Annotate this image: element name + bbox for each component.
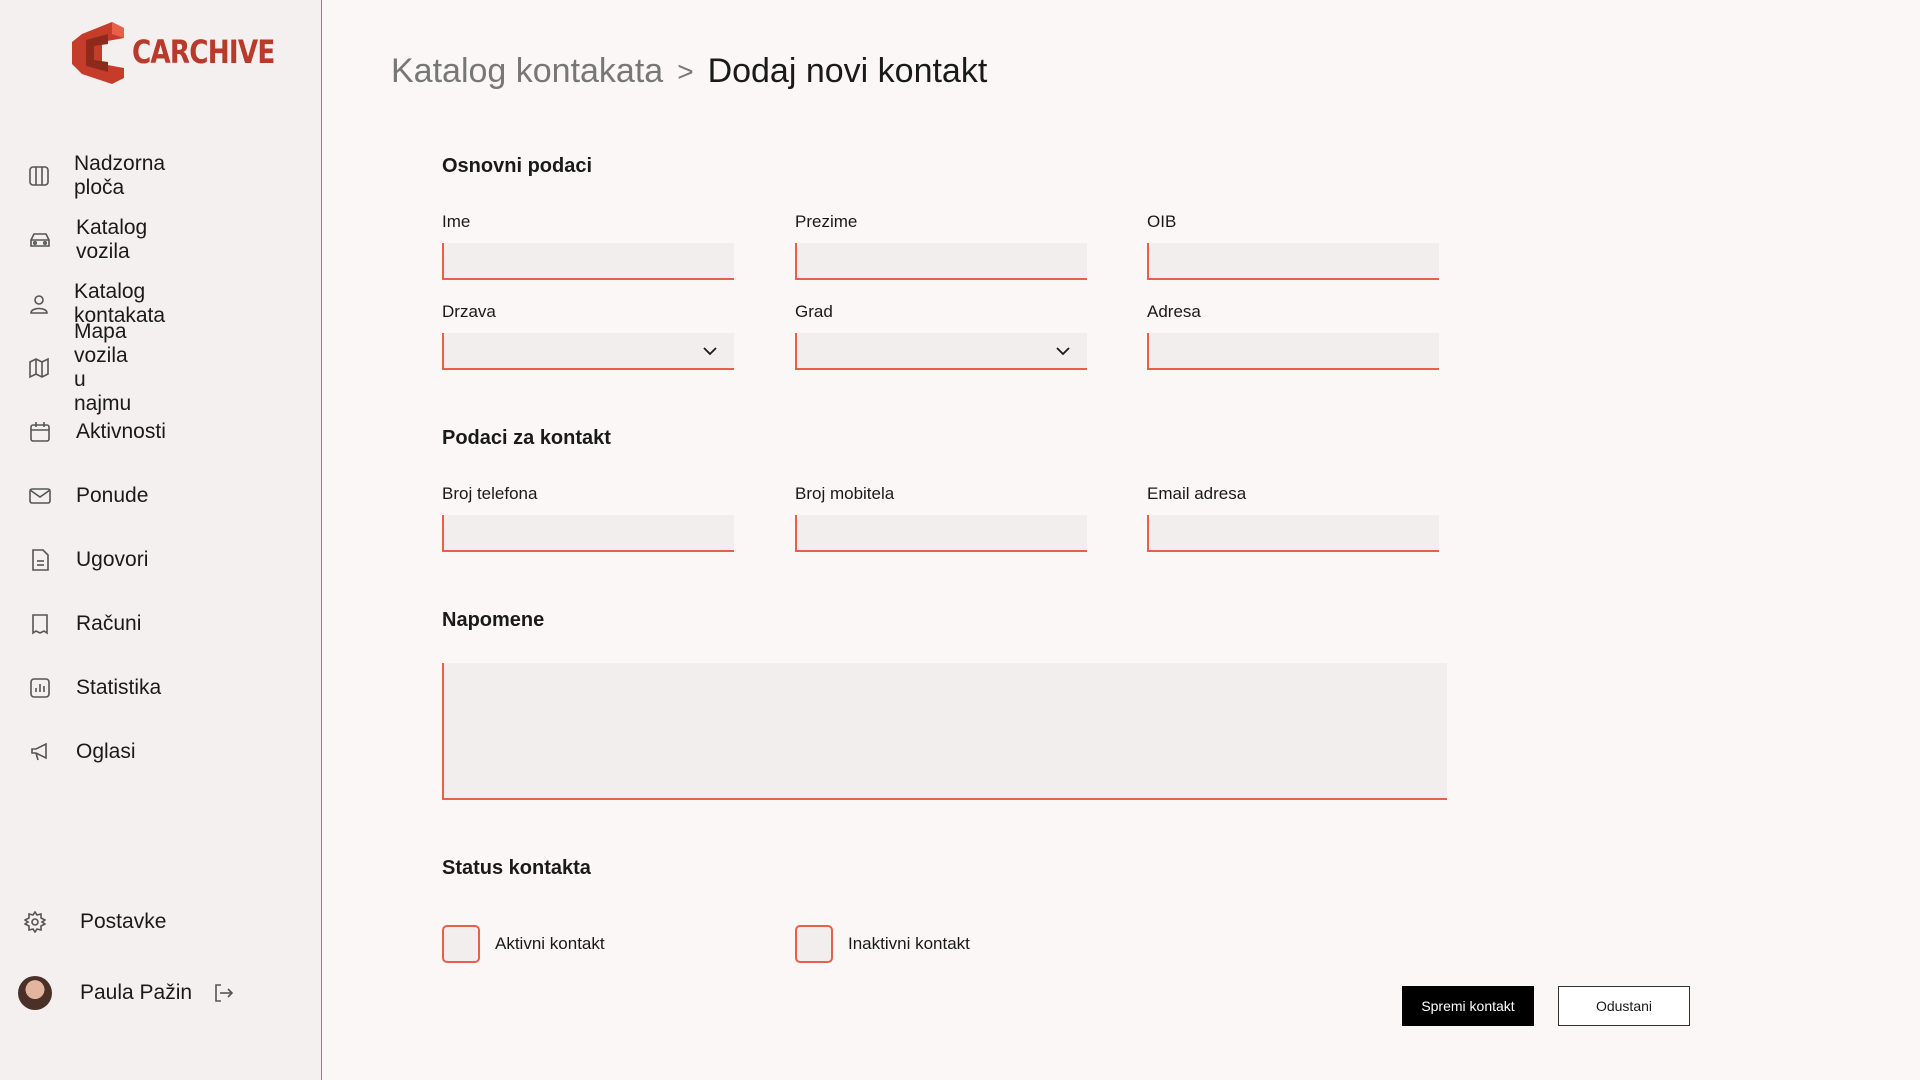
- megaphone-icon: [28, 740, 52, 764]
- grad-select[interactable]: [795, 333, 1087, 370]
- status-inactive-checkbox[interactable]: Inaktivni kontakt: [795, 925, 970, 963]
- mobitel-input[interactable]: [795, 515, 1087, 552]
- mail-icon: [28, 484, 52, 508]
- logout-icon[interactable]: [212, 982, 234, 1004]
- sidebar-item-statistika[interactable]: Statistika: [28, 668, 161, 708]
- section-title-contact: Podaci za kontakt: [442, 427, 611, 449]
- car-icon: [28, 228, 52, 252]
- field-label-mobitel: Broj mobitela: [795, 484, 895, 503]
- adresa-input[interactable]: [1147, 333, 1439, 370]
- drzava-select[interactable]: [442, 333, 734, 370]
- status-active-checkbox[interactable]: Aktivni kontakt: [442, 925, 605, 963]
- oib-input[interactable]: [1147, 243, 1439, 280]
- checkbox-box[interactable]: [442, 925, 480, 963]
- dashboard-icon: [28, 164, 50, 188]
- document-icon: [28, 548, 52, 572]
- gear-icon: [18, 911, 52, 933]
- field-label-drzava: Drzava: [442, 302, 496, 321]
- ime-input[interactable]: [442, 243, 734, 280]
- map-icon: [28, 356, 50, 380]
- avatar[interactable]: [18, 976, 52, 1010]
- main-content: Katalog kontakata > Dodaj novi kontakt O…: [322, 0, 1920, 1080]
- settings-label: Postavke: [80, 910, 167, 933]
- field-label-prezime: Prezime: [795, 212, 858, 231]
- sidebar-item-ponude[interactable]: Ponude: [28, 476, 148, 516]
- field-label-grad: Grad: [795, 302, 833, 321]
- sidebar-item-label: Ugovori: [76, 548, 149, 571]
- sidebar-item-nadzorna-ploca[interactable]: Nadzorna ploča: [28, 152, 167, 199]
- user-icon: [28, 292, 50, 316]
- receipt-icon: [28, 612, 52, 636]
- field-label-telefon: Broj telefona: [442, 484, 538, 503]
- sidebar-item-label: Oglasi: [76, 740, 136, 763]
- telefon-input[interactable]: [442, 515, 734, 552]
- field-label-email: Email adresa: [1147, 484, 1247, 503]
- sidebar-item-katalog-vozila[interactable]: Katalog vozila: [28, 216, 147, 263]
- save-button[interactable]: Spremi kontakt: [1402, 986, 1534, 1026]
- sidebar-item-label: Aktivnosti: [76, 420, 166, 443]
- breadcrumb: Katalog kontakata > Dodaj novi kontakt: [391, 52, 987, 91]
- calendar-icon: [28, 420, 52, 444]
- chart-icon: [28, 676, 52, 700]
- sidebar-item-aktivnosti[interactable]: Aktivnosti: [28, 412, 166, 452]
- checkbox-label: Inaktivni kontakt: [848, 934, 970, 953]
- sidebar-item-label: Katalog vozila: [76, 216, 148, 263]
- chevron-down-icon: [1055, 343, 1071, 364]
- sidebar-item-label: Nadzorna ploča: [74, 152, 166, 199]
- user-name: Paula Pažin: [80, 981, 193, 1004]
- sidebar-item-ugovori[interactable]: Ugovori: [28, 540, 148, 580]
- sidebar-item-label: Mapa vozila u najmu: [74, 320, 132, 415]
- email-field[interactable]: [1147, 515, 1439, 552]
- cancel-button[interactable]: Odustani: [1558, 986, 1690, 1026]
- settings-button[interactable]: Postavke: [18, 902, 166, 942]
- sidebar-item-oglasi[interactable]: Oglasi: [28, 732, 136, 772]
- sidebar-item-mapa-vozila[interactable]: Mapa vozila u najmu: [28, 320, 133, 415]
- notes-textarea[interactable]: [442, 663, 1447, 800]
- prezime-input[interactable]: [795, 243, 1087, 280]
- chevron-down-icon: [702, 343, 718, 364]
- sidebar-item-label: Računi: [76, 612, 142, 635]
- logo-text: CARCHIVE: [132, 33, 275, 71]
- logo[interactable]: CARCHIVE: [72, 20, 306, 84]
- user-profile: Paula Pažin: [18, 973, 234, 1013]
- breadcrumb-parent[interactable]: Katalog kontakata: [391, 52, 663, 91]
- sidebar-item-racuni[interactable]: Računi: [28, 604, 141, 644]
- section-title-notes: Napomene: [442, 609, 545, 631]
- field-label-ime: Ime: [442, 212, 471, 231]
- page-title: Dodaj novi kontakt: [707, 52, 988, 90]
- logo-icon: [72, 22, 124, 84]
- section-title-basic: Osnovni podaci: [442, 155, 593, 177]
- breadcrumb-separator: >: [677, 55, 694, 87]
- sidebar-item-katalog-kontakata[interactable]: Katalog kontakata: [28, 280, 167, 327]
- sidebar: CARCHIVE Nadzorna ploča Katalog vozila K…: [0, 0, 322, 1080]
- sidebar-item-label: Ponude: [76, 484, 149, 507]
- field-label-oib: OIB: [1147, 212, 1177, 231]
- section-title-status: Status kontakta: [442, 857, 591, 879]
- field-label-adresa: Adresa: [1147, 302, 1201, 321]
- checkbox-label: Aktivni kontakt: [495, 934, 605, 953]
- checkbox-box[interactable]: [795, 925, 833, 963]
- sidebar-item-label: Statistika: [76, 676, 162, 699]
